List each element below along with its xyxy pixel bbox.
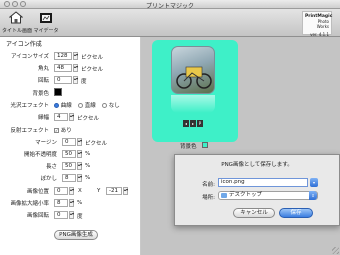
- reflection-checkbox[interactable]: ✓: [54, 128, 59, 133]
- save-dialog-title: PNG画像として保存します。: [221, 162, 293, 168]
- rotation-input[interactable]: 0: [54, 76, 72, 84]
- image-scale-label: 画像拡大縮小率: [10, 201, 49, 207]
- icon-size-label: アイコンサイズ: [10, 54, 49, 60]
- image-x-label: X: [78, 188, 82, 194]
- gloss-line-radio[interactable]: [78, 103, 83, 108]
- cancel-button[interactable]: キャンセル: [233, 208, 275, 218]
- expand-dialog-button[interactable]: ▾: [310, 178, 318, 187]
- image-scale-input[interactable]: 8: [54, 199, 68, 207]
- settings-panel: アイコン作成 アイコンサイズ 128 ▴▾ ピクセル 角丸 48 ▴▾ ピクセル…: [0, 37, 141, 255]
- logo-subtitle: Photo Works: [316, 19, 329, 29]
- desktop-folder-icon: [221, 193, 227, 198]
- generate-png-button[interactable]: PNG画像生成: [54, 230, 98, 240]
- icon-size-stepper[interactable]: ▴▾: [73, 52, 78, 60]
- bg-color-label: 背景色: [32, 91, 49, 97]
- chevron-down-icon: ⇕: [309, 191, 317, 200]
- length-stepper[interactable]: ▴▾: [77, 162, 82, 170]
- save-location-select[interactable]: デスクトップ ⇕: [218, 191, 318, 200]
- preview-mini-buttons: ◂ ▸ P: [183, 120, 203, 128]
- image-rotation-stepper[interactable]: ▴▾: [69, 211, 74, 219]
- window-titlebar: プリントマジック: [0, 0, 340, 10]
- icon-preview-image: [171, 46, 215, 94]
- save-name-input[interactable]: icon.png: [218, 178, 308, 187]
- corner-stepper[interactable]: ▴▾: [73, 64, 78, 72]
- corner-input[interactable]: 48: [54, 64, 72, 72]
- bicycle-photo: [176, 66, 212, 89]
- margin-label: マージン: [35, 140, 57, 146]
- image-rotation-input[interactable]: 0: [54, 211, 68, 219]
- save-name-label: 名前:: [202, 182, 215, 188]
- section-title: アイコン作成: [6, 41, 42, 48]
- save-location-value: デスクトップ: [229, 192, 263, 198]
- folder-icon: [40, 13, 52, 23]
- app-logo: PrintMagic Photo Works ver. 4.1.1: [302, 11, 332, 37]
- corner-label: 角丸: [37, 66, 49, 72]
- image-position-label: 画像位置: [26, 189, 49, 195]
- toolbar-my-data-label: マイデータ: [33, 28, 59, 34]
- gloss-none-label: なし: [108, 103, 120, 109]
- rotation-label: 回転: [37, 78, 49, 84]
- image-x-input[interactable]: 0: [54, 187, 68, 195]
- blur-unit: %: [85, 175, 91, 181]
- start-opacity-label: 開始不透明度: [23, 152, 57, 158]
- icon-size-unit: ピクセル: [81, 55, 104, 61]
- length-label: 長さ: [45, 164, 57, 170]
- start-opacity-input[interactable]: 50: [62, 150, 76, 158]
- gloss-line-label: 直線: [84, 103, 96, 109]
- bg-color-swatch[interactable]: [54, 88, 62, 96]
- gloss-label: 光沢エフェクト: [10, 103, 49, 109]
- toolbar-title-screen-button[interactable]: タイトル画面: [2, 11, 33, 34]
- rotation-stepper[interactable]: ▴▾: [73, 76, 78, 84]
- image-rotation-label: 画像回転: [26, 213, 49, 219]
- corner-unit: ピクセル: [81, 67, 104, 73]
- image-y-input[interactable]: -21: [106, 187, 122, 195]
- toolbar: タイトル画面 マイデータ PrintMagic Photo Works ver.…: [0, 9, 340, 37]
- length-unit: %: [85, 163, 91, 169]
- border-width-label: 縁幅: [37, 115, 49, 121]
- gloss-none-radio[interactable]: [102, 103, 107, 108]
- home-icon: [8, 11, 24, 24]
- save-button[interactable]: 保存: [279, 208, 313, 218]
- blur-label: ぼかし: [40, 176, 57, 182]
- length-input[interactable]: 50: [62, 162, 76, 170]
- gloss-curve-label: 曲線: [60, 103, 72, 109]
- preview-next-button[interactable]: ▸: [190, 120, 196, 127]
- rotation-unit: 度: [81, 79, 87, 85]
- margin-input[interactable]: 0: [62, 138, 76, 146]
- image-y-stepper[interactable]: ▴▾: [123, 187, 128, 195]
- reflection-label: 反射エフェクト: [10, 128, 49, 134]
- start-opacity-stepper[interactable]: ▴▾: [77, 150, 82, 158]
- preview-p-button[interactable]: P: [197, 120, 203, 127]
- image-rotation-unit: 度: [77, 214, 83, 220]
- start-opacity-unit: %: [85, 151, 91, 157]
- border-width-stepper[interactable]: ▴▾: [69, 113, 74, 121]
- toolbar-title-screen-label: タイトル画面: [2, 28, 33, 34]
- image-scale-stepper[interactable]: ▴▾: [69, 199, 74, 207]
- image-x-stepper[interactable]: ▴▾: [69, 187, 74, 195]
- image-y-label: Y: [97, 188, 101, 194]
- preview-bg-label: 背景色: [180, 144, 197, 150]
- preview-bg-swatch[interactable]: [202, 142, 208, 148]
- icon-size-input[interactable]: 128: [54, 52, 72, 60]
- margin-unit: ピクセル: [85, 141, 108, 147]
- image-scale-unit: %: [77, 200, 83, 206]
- blur-input[interactable]: 8: [62, 174, 76, 182]
- reflection-checkbox-label: あり: [60, 128, 72, 134]
- gloss-option-line[interactable]: 直線: [78, 101, 96, 109]
- save-location-label: 場所:: [202, 195, 215, 201]
- border-width-input[interactable]: 4: [54, 113, 68, 121]
- gloss-option-none[interactable]: なし: [102, 101, 120, 109]
- gloss-option-curve[interactable]: 曲線: [54, 101, 72, 109]
- window-resize-grip[interactable]: [332, 247, 339, 254]
- blur-stepper[interactable]: ▴▾: [77, 174, 82, 182]
- preview-prev-button[interactable]: ◂: [183, 120, 189, 127]
- gloss-curve-radio[interactable]: [54, 103, 59, 108]
- margin-stepper[interactable]: ▴▾: [77, 138, 82, 146]
- icon-preview-reflection: [171, 95, 215, 113]
- border-width-unit: ピクセル: [77, 116, 100, 122]
- toolbar-my-data-button[interactable]: マイデータ: [32, 11, 60, 34]
- reflection-toggle[interactable]: ✓ あり: [54, 126, 72, 134]
